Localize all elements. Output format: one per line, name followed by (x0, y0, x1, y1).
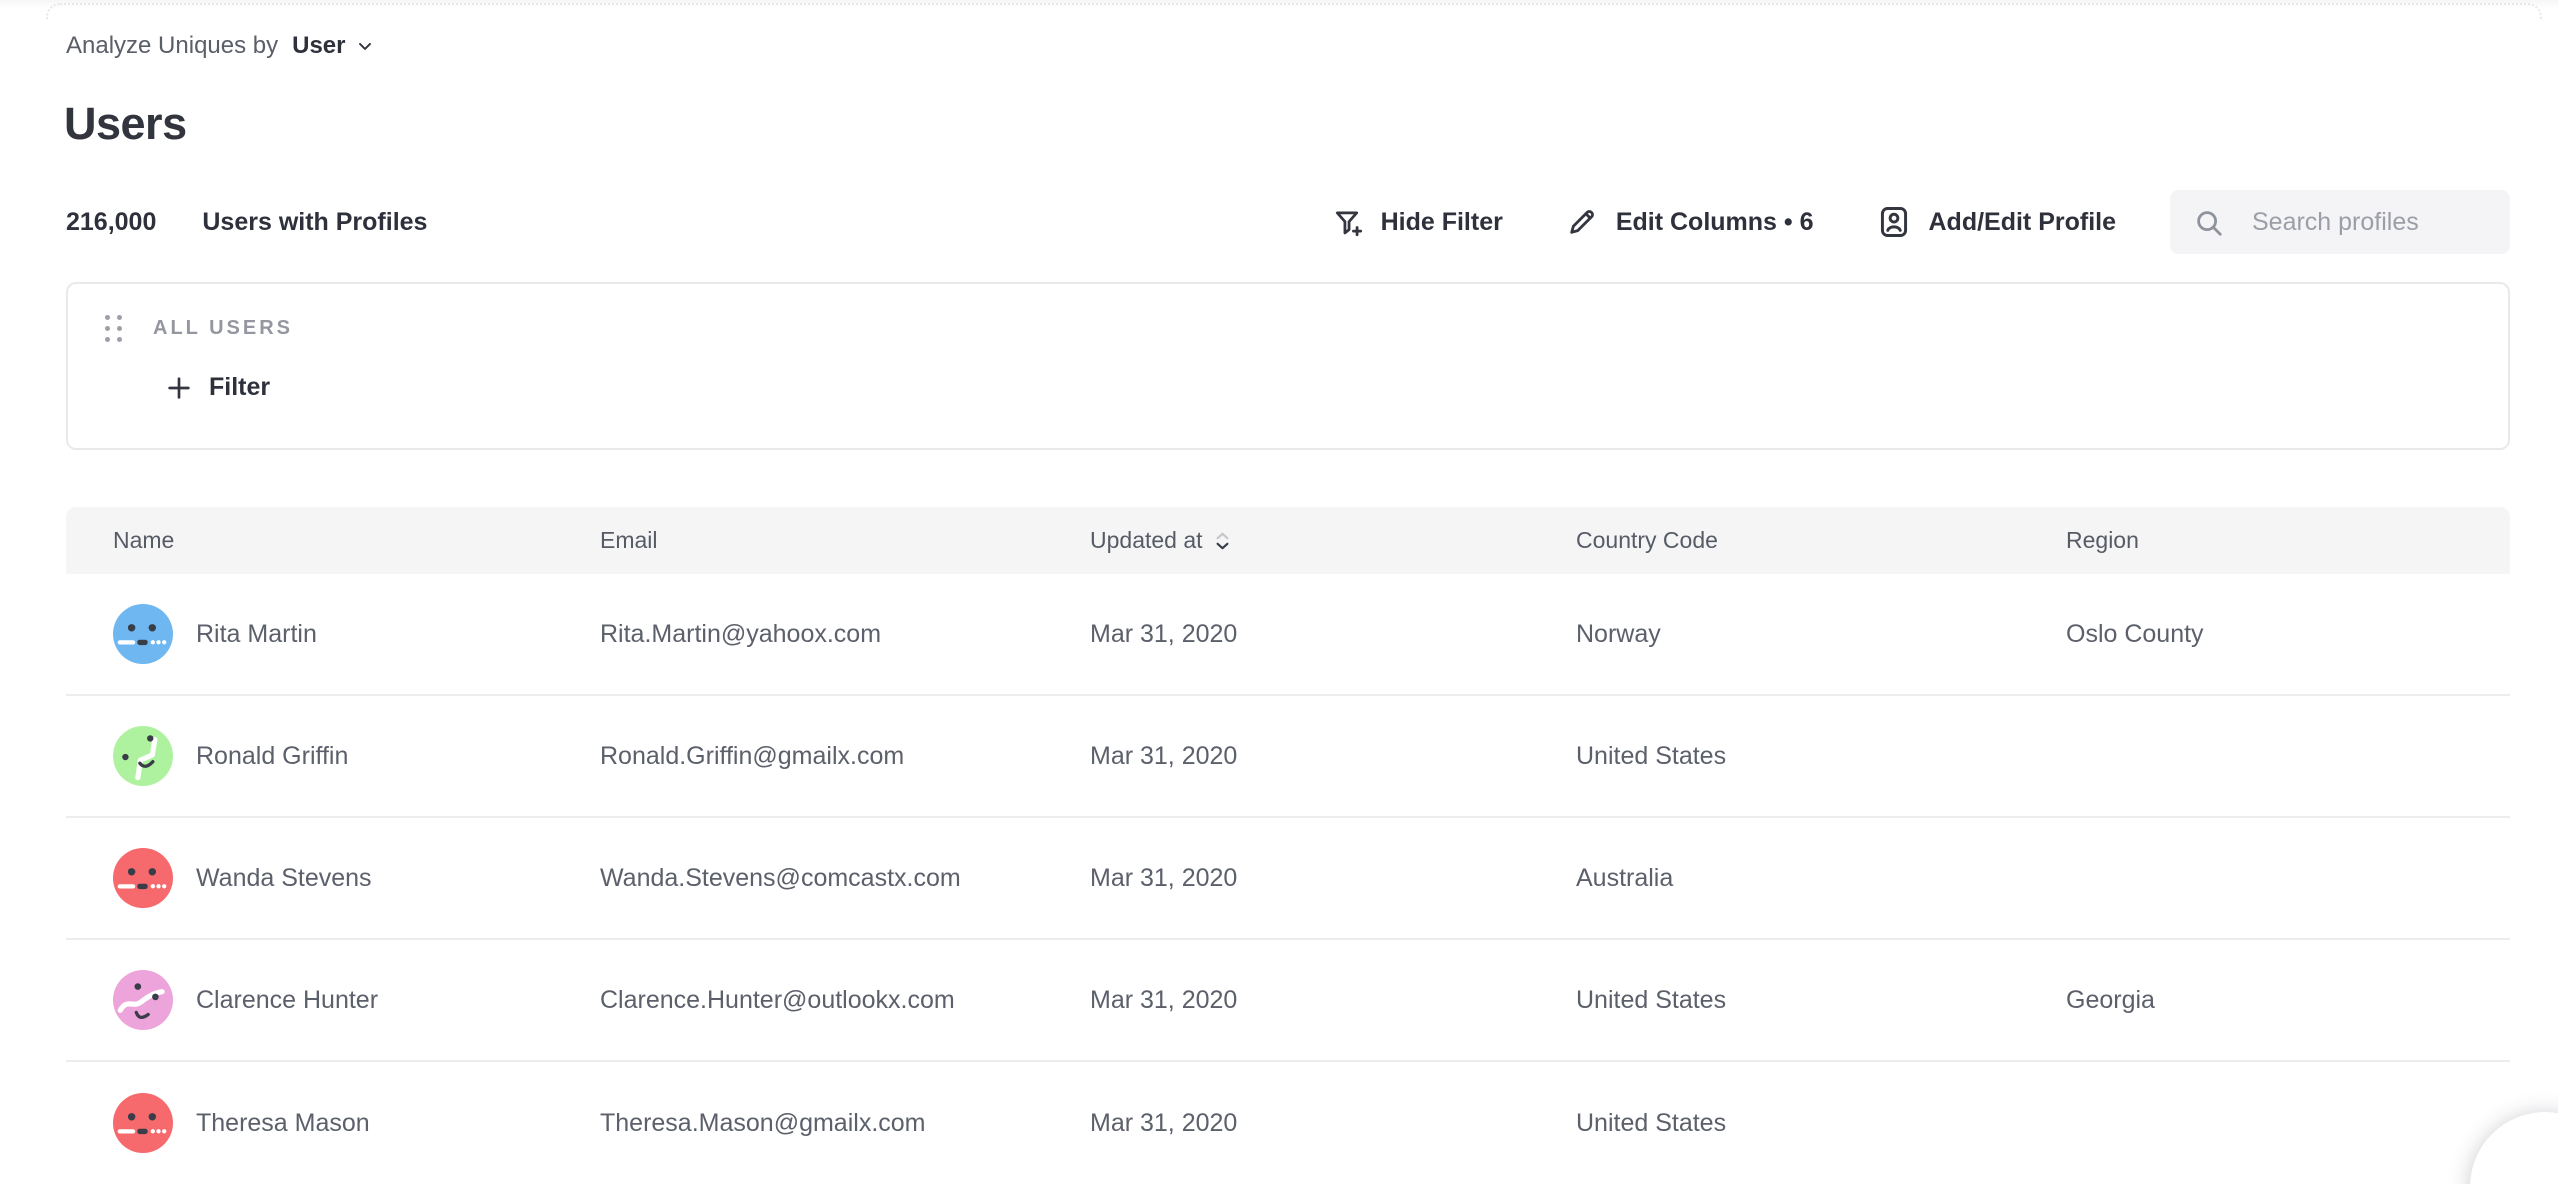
user-name: Wanda Stevens (196, 864, 372, 893)
hide-filter-label: Hide Filter (1381, 208, 1503, 237)
plus-icon (165, 374, 193, 402)
search-icon (2194, 208, 2224, 238)
toolbar: Hide Filter Edit Columns • 6 Add/Edit Pr… (1268, 190, 2510, 254)
user-region: Georgia (2066, 986, 2510, 1015)
scrolled-card-edge (46, 3, 2542, 19)
profiles-count-value: 216,000 (66, 208, 156, 237)
user-name-cell: Clarence Hunter (66, 970, 600, 1030)
table-row[interactable]: Theresa Mason Theresa.Mason@gmailx.com M… (66, 1062, 2510, 1184)
filter-group-header: ALL USERS (68, 284, 2508, 345)
add-edit-profile-label: Add/Edit Profile (1929, 208, 2117, 237)
user-email: Theresa.Mason@gmailx.com (600, 1109, 1090, 1138)
user-country: United States (1576, 742, 2066, 771)
avatar (113, 726, 173, 786)
user-country: United States (1576, 1109, 2066, 1138)
column-header-email[interactable]: Email (600, 527, 1090, 554)
analyze-uniques-label: Analyze Uniques by (66, 32, 278, 60)
pencil-icon (1565, 205, 1599, 239)
avatar-face-neutral (113, 1093, 173, 1153)
column-header-country-code[interactable]: Country Code (1576, 527, 2066, 554)
user-email: Clarence.Hunter@outlookx.com (600, 986, 1090, 1015)
users-page: Analyze Uniques by User Users 216,000 Us… (0, 0, 2558, 1184)
user-updated-at: Mar 31, 2020 (1090, 986, 1576, 1015)
profiles-count: 216,000 Users with Profiles (66, 208, 427, 237)
filter-card: ALL USERS Filter (66, 282, 2510, 450)
analyze-by-dropdown[interactable]: User (292, 32, 374, 60)
add-filter-label: Filter (209, 373, 270, 402)
user-name: Ronald Griffin (196, 742, 348, 771)
funnel-plus-icon (1330, 205, 1364, 239)
user-updated-at: Mar 31, 2020 (1090, 1109, 1576, 1138)
user-name: Theresa Mason (196, 1109, 370, 1138)
profiles-count-label: Users with Profiles (202, 208, 427, 237)
user-country: Australia (1576, 864, 2066, 893)
user-country: Norway (1576, 620, 2066, 649)
hide-filter-button[interactable]: Hide Filter (1330, 205, 1503, 239)
avatar (113, 604, 173, 664)
avatar-face-neutral (113, 848, 173, 908)
user-updated-at: Mar 31, 2020 (1090, 620, 1576, 649)
table-row[interactable]: Wanda Stevens Wanda.Stevens@comcastx.com… (66, 818, 2510, 940)
column-header-region[interactable]: Region (2066, 527, 2510, 554)
user-name-cell: Ronald Griffin (66, 726, 600, 786)
search-profiles-box (2170, 190, 2510, 254)
user-updated-at: Mar 31, 2020 (1090, 864, 1576, 893)
column-header-name[interactable]: Name (66, 527, 600, 554)
avatar (113, 848, 173, 908)
user-email: Wanda.Stevens@comcastx.com (600, 864, 1090, 893)
analyze-by-value: User (292, 32, 345, 60)
drag-handle-icon[interactable] (102, 312, 125, 345)
edit-columns-label: Edit Columns • 6 (1616, 208, 1814, 237)
user-email: Ronald.Griffin@gmailx.com (600, 742, 1090, 771)
table-row[interactable]: Ronald Griffin Ronald.Griffin@gmailx.com… (66, 696, 2510, 818)
user-name: Clarence Hunter (196, 986, 378, 1015)
avatar-face-smile (113, 726, 173, 786)
avatar (113, 1093, 173, 1153)
sort-indicator-icon (1215, 532, 1230, 550)
avatar-face-neutral (113, 604, 173, 664)
sub-header: 216,000 Users with Profiles Hide Filter … (66, 190, 2510, 254)
avatar (113, 970, 173, 1030)
column-header-updated-at[interactable]: Updated at (1090, 527, 1576, 554)
user-name-cell: Wanda Stevens (66, 848, 600, 908)
table-row[interactable]: Clarence Hunter Clarence.Hunter@outlookx… (66, 940, 2510, 1062)
filter-group-label: ALL USERS (153, 317, 293, 340)
profile-card-icon (1876, 204, 1912, 240)
avatar-face-smile (113, 970, 173, 1030)
add-edit-profile-button[interactable]: Add/Edit Profile (1876, 204, 2117, 240)
user-name-cell: Theresa Mason (66, 1093, 600, 1153)
table-header-row: Name Email Updated at Country Code Regio… (66, 507, 2510, 574)
table-row[interactable]: Rita Martin Rita.Martin@yahoox.com Mar 3… (66, 574, 2510, 696)
user-region: Oslo County (2066, 620, 2510, 649)
user-updated-at: Mar 31, 2020 (1090, 742, 1576, 771)
user-email: Rita.Martin@yahoox.com (600, 620, 1090, 649)
user-country: United States (1576, 986, 2066, 1015)
user-name: Rita Martin (196, 620, 317, 649)
edit-columns-button[interactable]: Edit Columns • 6 (1565, 205, 1814, 239)
add-filter-button[interactable]: Filter (165, 373, 2508, 402)
user-name-cell: Rita Martin (66, 604, 600, 664)
users-table: Name Email Updated at Country Code Regio… (66, 507, 2510, 1184)
page-title: Users (64, 98, 2558, 150)
chevron-down-icon (355, 36, 375, 56)
